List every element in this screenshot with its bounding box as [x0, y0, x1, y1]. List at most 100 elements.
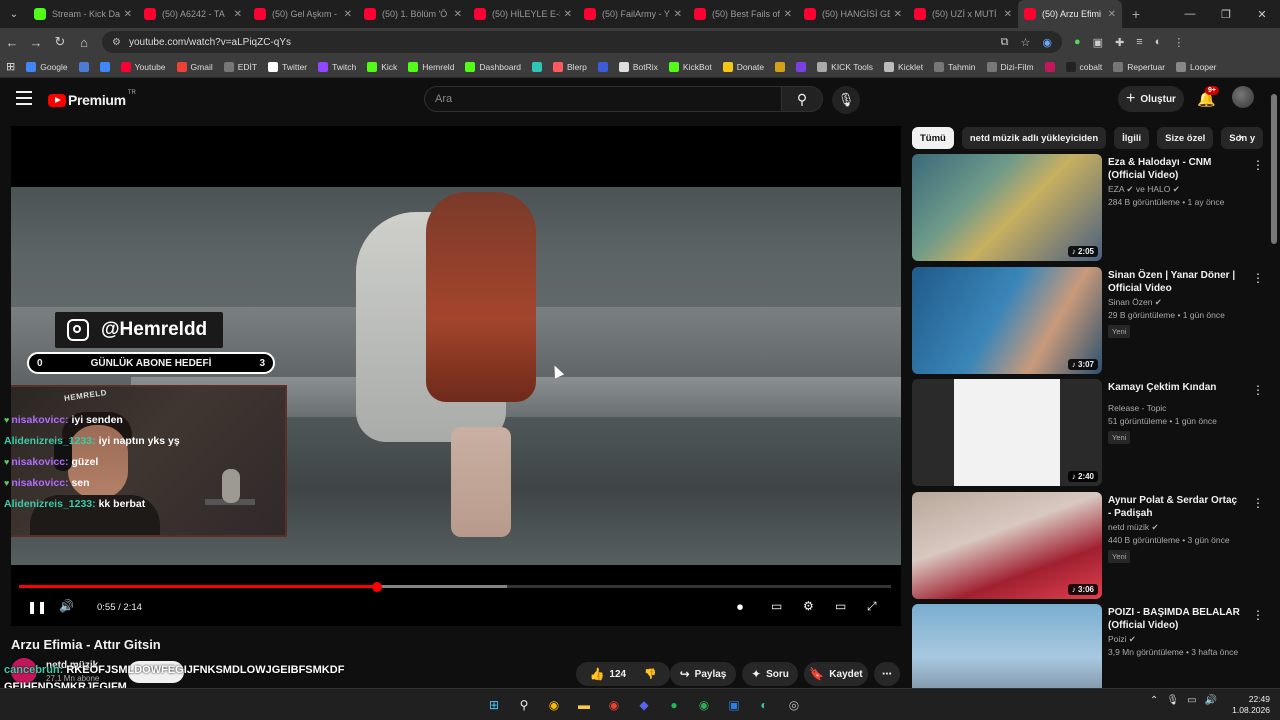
chrome-icon[interactable]: ◉	[543, 694, 565, 716]
tab-close-icon[interactable]: ✕	[234, 9, 242, 20]
filter-chip[interactable]: İlgili	[1114, 127, 1150, 149]
tray-chevron-icon[interactable]: ⌃	[1150, 695, 1158, 706]
recommendation-channel[interactable]: Sinan Özen ✔	[1108, 297, 1162, 308]
browser-tab[interactable]: (50) UZİ x MUTİ ✕	[908, 0, 1018, 28]
bookmark-item[interactable]: Looper	[1176, 61, 1217, 72]
tab-close-icon[interactable]: ✕	[454, 9, 462, 20]
bookmark-item[interactable]: Dashboard	[465, 61, 521, 72]
tab-close-icon[interactable]: ✕	[1108, 9, 1116, 20]
spotify-icon[interactable]: ●	[663, 694, 685, 716]
recommendation-channel[interactable]: Poizi ✔	[1108, 634, 1136, 645]
bookmark-item[interactable]: Gmail	[176, 61, 213, 72]
more-options-icon[interactable]: ⋮	[1252, 608, 1264, 622]
recommendation-title[interactable]: POIZI - BAŞIMDA BELALAR (Official Video)	[1108, 606, 1240, 632]
bookmark-item[interactable]: Kick	[367, 61, 397, 72]
browser-tab[interactable]: (50) 1. Bölüm 'Ö ✕	[358, 0, 468, 28]
bookmark-item[interactable]: KickBot	[668, 61, 712, 72]
bookmark-item[interactable]: Hemreld	[408, 61, 454, 72]
url-field[interactable]: ⚙ youtube.com/watch?v=aLPiqZC-qYs ⧉ ☆ ◉	[102, 31, 1062, 53]
tab-close-icon[interactable]: ✕	[784, 9, 792, 20]
bookmark-item[interactable]: KICK Tools	[817, 61, 873, 72]
menu-icon[interactable]	[16, 91, 32, 105]
recommendation-title[interactable]: Aynur Polat & Serdar Ortaç - Padişah	[1108, 494, 1240, 520]
app-blue-icon[interactable]: ▣	[723, 694, 745, 716]
tab-close-icon[interactable]: ✕	[124, 9, 132, 20]
more-options-icon[interactable]: ⋮	[1252, 271, 1264, 285]
scrollbar-thumb[interactable]	[1271, 94, 1277, 244]
recommendation-title[interactable]: Sinan Özen | Yanar Döner | Official Vide…	[1108, 269, 1240, 295]
recommendation-channel[interactable]: Release - Topic	[1108, 403, 1166, 413]
video-thumbnail[interactable]: ♪ 3:07	[912, 266, 1102, 374]
create-button[interactable]: + Oluştur	[1118, 86, 1184, 112]
forward-icon[interactable]: →	[24, 35, 48, 50]
new-tab-button[interactable]: +	[1122, 6, 1150, 22]
recommendation-item[interactable]: ♪ 3:06 Aynur Polat & Serdar Ortaç - Padiş…	[912, 491, 1264, 600]
tab-close-icon[interactable]: ✕	[674, 9, 682, 20]
more-options-icon[interactable]: ⋮	[1252, 158, 1264, 172]
bookmark-item[interactable]: Kicklet	[884, 61, 923, 72]
apps-grid-icon[interactable]: ⊞	[6, 60, 15, 73]
video-thumbnail[interactable]: ♪ 3:06	[912, 491, 1102, 599]
bookmark-item[interactable]: Twitter	[268, 61, 307, 72]
search-button[interactable]: ⚲	[781, 86, 823, 112]
tab-close-icon[interactable]: ✕	[564, 9, 572, 20]
notifications-button[interactable]: 🔔 9+	[1197, 86, 1219, 108]
site-info-icon[interactable]: ⚙	[112, 37, 121, 48]
video-thumbnail[interactable]: ♪ 2:05	[912, 154, 1102, 261]
browser-tab[interactable]: Stream - Kick Das ✕	[28, 0, 138, 28]
filter-chip[interactable]: netd müzik adlı yükleyiciden	[961, 127, 1107, 149]
steam-icon[interactable]: ◎	[783, 694, 805, 716]
browser-menu-icon[interactable]: ⋮	[1173, 36, 1184, 49]
extension-box-icon[interactable]: ▣	[1093, 36, 1103, 49]
browser-tab[interactable]: (50) Best Fails of ✕	[688, 0, 798, 28]
share-button[interactable]: ↪ Paylaş	[670, 662, 736, 686]
pause-icon[interactable]: ❚❚	[27, 600, 47, 614]
bookmark-item[interactable]	[1044, 61, 1059, 72]
bookmark-item[interactable]: BotRix	[618, 61, 658, 72]
recommendation-title[interactable]: Kamayı Çektim Kından	[1108, 381, 1240, 394]
voice-search-button[interactable]: 🎙	[832, 86, 860, 114]
bookmark-item[interactable]	[597, 61, 612, 72]
close-window-icon[interactable]: ✕	[1244, 8, 1280, 21]
media-control-icon[interactable]: ≡	[1136, 36, 1142, 49]
install-app-icon[interactable]: ⧉	[1001, 36, 1009, 49]
like-icon[interactable]: 👍	[589, 667, 604, 681]
recommendation-channel[interactable]: netd müzik ✔	[1108, 522, 1159, 533]
bookmark-item[interactable]: Twitch	[318, 61, 356, 72]
filter-chip[interactable]: Tümü	[912, 127, 954, 149]
fullscreen-icon[interactable]: ⤢	[867, 599, 877, 614]
bookmark-star-icon[interactable]: ☆	[1021, 36, 1031, 49]
tab-search-icon[interactable]: ⌄	[0, 9, 28, 20]
account-avatar[interactable]	[1232, 86, 1254, 108]
chrome-alt-icon[interactable]: ◉	[693, 694, 715, 716]
dislike-icon[interactable]: 👎	[644, 669, 656, 680]
maximize-icon[interactable]: ❐	[1208, 8, 1244, 21]
browser-tab[interactable]: (50) FailArmy - Y ✕	[578, 0, 688, 28]
file-explorer-icon[interactable]: ▬	[573, 694, 595, 716]
volume-icon[interactable]: 🔊	[59, 599, 74, 613]
more-actions-button[interactable]: ⋯	[874, 662, 900, 686]
bookmark-item[interactable]	[78, 61, 93, 72]
tab-close-icon[interactable]: ✕	[344, 9, 352, 20]
bookmark-item[interactable]: Dizi-Film	[986, 61, 1034, 72]
bookmark-item[interactable]: Repertuar	[1113, 61, 1165, 72]
browser-tab[interactable]: (50) A6242 - TA ✕	[138, 0, 248, 28]
theater-mode-icon[interactable]: ▭	[835, 599, 846, 613]
browser-tab[interactable]: (50) Gel Aşkım - ✕	[248, 0, 358, 28]
bookmark-item[interactable]: Donate	[722, 61, 764, 72]
system-clock[interactable]: 22:49 1.08.2026	[1226, 694, 1270, 716]
bookmark-item[interactable]: EDİT	[223, 61, 257, 72]
recommendation-item[interactable]: POIZI - BAŞIMDA BELALAR (Official Video)…	[912, 604, 1264, 688]
search-input[interactable]	[435, 93, 781, 105]
ask-button[interactable]: ✦ Soru	[742, 662, 798, 686]
page-scrollbar[interactable]	[1270, 86, 1278, 686]
bookmark-item[interactable]: Blerp	[553, 61, 587, 72]
chrome-profile-icon[interactable]: ◉	[603, 694, 625, 716]
network-icon[interactable]: ▭	[1187, 695, 1196, 706]
browser-tab[interactable]: (50) Arzu Efimi ✕	[1018, 0, 1122, 28]
video-thumbnail[interactable]: ♪ 2:40	[912, 379, 1102, 486]
home-icon[interactable]: ⌂	[72, 35, 96, 50]
tab-close-icon[interactable]: ✕	[894, 9, 902, 20]
profile-icon[interactable]: ◐	[1155, 36, 1162, 49]
progress-bar[interactable]	[19, 581, 891, 592]
